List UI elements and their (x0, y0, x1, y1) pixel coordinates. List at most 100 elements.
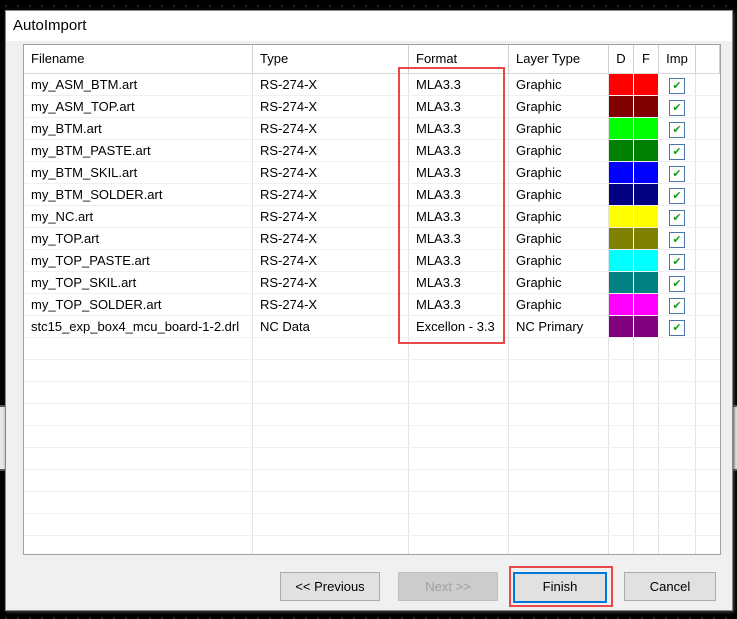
layer-type-cell[interactable]: Graphic (509, 294, 609, 315)
filename-cell: my_BTM_SKIL.art (24, 162, 253, 183)
header-filler (696, 45, 720, 73)
empty-row (24, 514, 720, 536)
imp-cell: ✔ (659, 250, 696, 271)
filename-cell: my_ASM_TOP.art (24, 96, 253, 117)
imp-cell: ✔ (659, 140, 696, 161)
layer-type-cell[interactable]: NC Primary (509, 316, 609, 337)
table-row[interactable]: my_ASM_TOP.art RS-274-X MLA3.3 Graphic ✔ (24, 96, 720, 118)
d-color-swatch[interactable] (609, 162, 634, 183)
f-color-swatch[interactable] (634, 316, 659, 337)
type-cell: RS-274-X (253, 184, 409, 205)
imp-checkbox[interactable]: ✔ (669, 320, 685, 336)
header-layer-type[interactable]: Layer Type (509, 45, 609, 73)
table-row[interactable]: my_TOP.art RS-274-X MLA3.3 Graphic ✔ (24, 228, 720, 250)
table-row[interactable]: my_BTM_SKIL.art RS-274-X MLA3.3 Graphic … (24, 162, 720, 184)
type-cell: RS-274-X (253, 96, 409, 117)
imp-cell: ✔ (659, 272, 696, 293)
filename-cell: my_BTM_SOLDER.art (24, 184, 253, 205)
table-row[interactable]: my_NC.art RS-274-X MLA3.3 Graphic ✔ (24, 206, 720, 228)
d-color-swatch[interactable] (609, 118, 634, 139)
filename-cell: my_TOP.art (24, 228, 253, 249)
imp-checkbox[interactable]: ✔ (669, 210, 685, 226)
d-color-swatch[interactable] (609, 294, 634, 315)
filename-cell: my_TOP_SOLDER.art (24, 294, 253, 315)
table-row[interactable]: my_TOP_SKIL.art RS-274-X MLA3.3 Graphic … (24, 272, 720, 294)
imp-checkbox[interactable]: ✔ (669, 166, 685, 182)
table-row[interactable]: my_BTM_PASTE.art RS-274-X MLA3.3 Graphic… (24, 140, 720, 162)
d-color-swatch[interactable] (609, 184, 634, 205)
d-color-swatch[interactable] (609, 228, 634, 249)
f-color-swatch[interactable] (634, 140, 659, 161)
table-row[interactable]: my_ASM_BTM.art RS-274-X MLA3.3 Graphic ✔ (24, 74, 720, 96)
file-table[interactable]: Filename Type Format Layer Type D F Imp … (23, 44, 721, 555)
table-row[interactable]: my_TOP_SOLDER.art RS-274-X MLA3.3 Graphi… (24, 294, 720, 316)
layer-type-cell[interactable]: Graphic (509, 184, 609, 205)
imp-checkbox[interactable]: ✔ (669, 100, 685, 116)
header-f[interactable]: F (634, 45, 659, 73)
d-color-swatch[interactable] (609, 272, 634, 293)
f-color-swatch[interactable] (634, 250, 659, 271)
table-row[interactable]: my_TOP_PASTE.art RS-274-X MLA3.3 Graphic… (24, 250, 720, 272)
header-filename[interactable]: Filename (24, 45, 253, 73)
d-color-swatch[interactable] (609, 74, 634, 95)
type-cell: RS-274-X (253, 250, 409, 271)
type-cell: RS-274-X (253, 140, 409, 161)
layer-type-cell[interactable]: Graphic (509, 228, 609, 249)
filename-cell: my_BTM.art (24, 118, 253, 139)
f-color-swatch[interactable] (634, 294, 659, 315)
imp-checkbox[interactable]: ✔ (669, 188, 685, 204)
imp-checkbox[interactable]: ✔ (669, 122, 685, 138)
empty-row (24, 404, 720, 426)
imp-checkbox[interactable]: ✔ (669, 144, 685, 160)
imp-checkbox[interactable]: ✔ (669, 298, 685, 314)
layer-type-cell[interactable]: Graphic (509, 250, 609, 271)
layer-type-cell[interactable]: Graphic (509, 140, 609, 161)
header-d[interactable]: D (609, 45, 634, 73)
f-color-swatch[interactable] (634, 96, 659, 117)
f-color-swatch[interactable] (634, 162, 659, 183)
imp-checkbox[interactable]: ✔ (669, 276, 685, 292)
previous-button[interactable]: << Previous (280, 572, 380, 601)
header-imp[interactable]: Imp (659, 45, 696, 73)
f-color-swatch[interactable] (634, 184, 659, 205)
type-cell: RS-274-X (253, 228, 409, 249)
type-cell: RS-274-X (253, 294, 409, 315)
empty-row (24, 426, 720, 448)
empty-row (24, 382, 720, 404)
d-color-swatch[interactable] (609, 96, 634, 117)
imp-checkbox[interactable]: ✔ (669, 78, 685, 94)
table-row[interactable]: my_BTM_SOLDER.art RS-274-X MLA3.3 Graphi… (24, 184, 720, 206)
filler-cell (696, 118, 720, 139)
next-button[interactable]: Next >> (398, 572, 498, 601)
cancel-button[interactable]: Cancel (624, 572, 716, 601)
f-color-swatch[interactable] (634, 228, 659, 249)
d-color-swatch[interactable] (609, 140, 634, 161)
imp-checkbox[interactable]: ✔ (669, 254, 685, 270)
layer-type-cell[interactable]: Graphic (509, 272, 609, 293)
f-color-swatch[interactable] (634, 118, 659, 139)
filler-cell (696, 228, 720, 249)
header-type[interactable]: Type (253, 45, 409, 73)
layer-type-cell[interactable]: Graphic (509, 162, 609, 183)
layer-type-cell[interactable]: Graphic (509, 74, 609, 95)
layer-type-cell[interactable]: Graphic (509, 96, 609, 117)
type-cell: RS-274-X (253, 272, 409, 293)
table-row[interactable]: my_BTM.art RS-274-X MLA3.3 Graphic ✔ (24, 118, 720, 140)
d-color-swatch[interactable] (609, 316, 634, 337)
imp-cell: ✔ (659, 74, 696, 95)
layer-type-cell[interactable]: Graphic (509, 118, 609, 139)
d-color-swatch[interactable] (609, 250, 634, 271)
d-color-swatch[interactable] (609, 206, 634, 227)
filename-cell: my_TOP_PASTE.art (24, 250, 253, 271)
imp-cell: ✔ (659, 184, 696, 205)
f-color-swatch[interactable] (634, 206, 659, 227)
type-cell: RS-274-X (253, 162, 409, 183)
layer-type-cell[interactable]: Graphic (509, 206, 609, 227)
f-color-swatch[interactable] (634, 272, 659, 293)
imp-cell: ✔ (659, 96, 696, 117)
type-cell: RS-274-X (253, 206, 409, 227)
empty-row (24, 470, 720, 492)
table-row[interactable]: stc15_exp_box4_mcu_board-1-2.drl NC Data… (24, 316, 720, 338)
imp-checkbox[interactable]: ✔ (669, 232, 685, 248)
f-color-swatch[interactable] (634, 74, 659, 95)
